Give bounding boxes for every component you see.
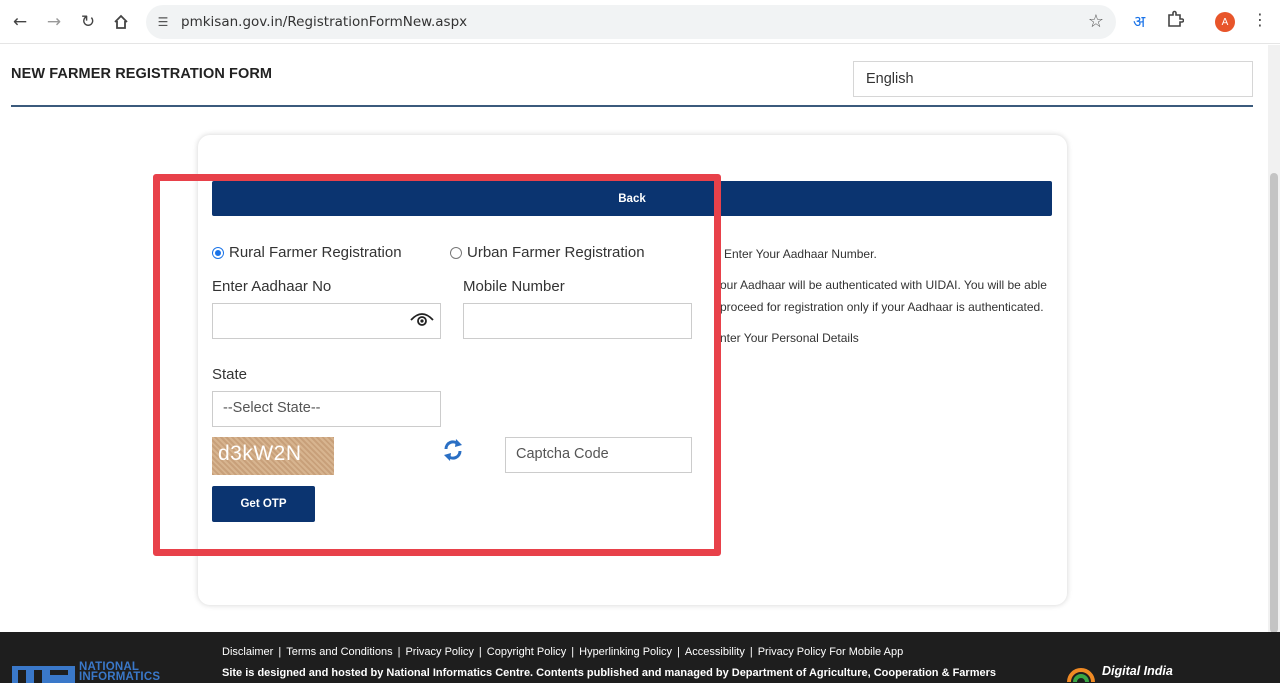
page-scrollbar[interactable] <box>1268 45 1280 633</box>
bookmark-star-icon[interactable]: ☆ <box>1088 11 1104 32</box>
digital-india-text: Digital India <box>1102 664 1173 678</box>
back-arrow-icon[interactable]: ← <box>8 10 32 34</box>
nic-mark-icon <box>12 666 75 683</box>
scrollbar-thumb[interactable] <box>1270 173 1278 633</box>
footer-link-copyright[interactable]: Copyright Policy <box>487 646 566 658</box>
digital-india-logo: Digital India <box>1066 660 1173 682</box>
page-title: NEW FARMER REGISTRATION FORM <box>11 66 273 82</box>
footer-link-privacy-mobile[interactable]: Privacy Policy For Mobile App <box>758 646 904 658</box>
home-icon[interactable] <box>109 10 133 34</box>
nic-name-line-2: INFORMATICS <box>79 671 161 683</box>
footer-link-terms[interactable]: Terms and Conditions <box>286 646 392 658</box>
footer-credits: Site is designed and hosted by National … <box>222 667 996 679</box>
footer-links: Disclaimer | Terms and Conditions | Privac… <box>222 646 904 658</box>
footer-link-accessibility[interactable]: Accessibility <box>685 646 745 658</box>
extensions-icon[interactable] <box>1166 10 1185 32</box>
header-divider <box>11 105 1253 107</box>
forward-arrow-icon[interactable]: → <box>42 10 66 34</box>
url-text: pmkisan.gov.in/RegistrationFormNew.aspx <box>181 14 468 30</box>
translate-icon[interactable]: अ <box>1133 10 1145 32</box>
info-line-2: our Aadhaar will be authenticated with U… <box>720 278 1047 292</box>
profile-avatar[interactable]: A <box>1215 12 1235 32</box>
address-bar[interactable]: ☰ pmkisan.gov.in/RegistrationFormNew.asp… <box>146 5 1116 39</box>
language-select[interactable]: English <box>853 61 1253 97</box>
footer-link-disclaimer[interactable]: Disclaimer <box>222 646 273 658</box>
footer-link-privacy[interactable]: Privacy Policy <box>405 646 473 658</box>
nic-logo: NATIONAL INFORMATICS <box>12 661 161 683</box>
info-line-4: nter Your Personal Details <box>720 331 859 345</box>
reload-icon[interactable]: ↻ <box>76 10 100 34</box>
info-line-3: proceed for registration only if your Aa… <box>720 300 1044 314</box>
footer-link-hyperlinking[interactable]: Hyperlinking Policy <box>579 646 672 658</box>
kebab-menu-icon[interactable]: ⋮ <box>1252 10 1268 29</box>
info-line-1: Enter Your Aadhaar Number. <box>724 247 877 261</box>
digital-india-mark-icon <box>1067 668 1095 682</box>
page-footer: NATIONAL INFORMATICS Disclaimer | Terms a… <box>0 632 1280 683</box>
site-info-icon[interactable]: ☰ <box>154 13 172 31</box>
browser-toolbar: ← → ↻ ☰ pmkisan.gov.in/RegistrationFormN… <box>0 0 1280 44</box>
annotation-highlight-box <box>153 174 721 556</box>
